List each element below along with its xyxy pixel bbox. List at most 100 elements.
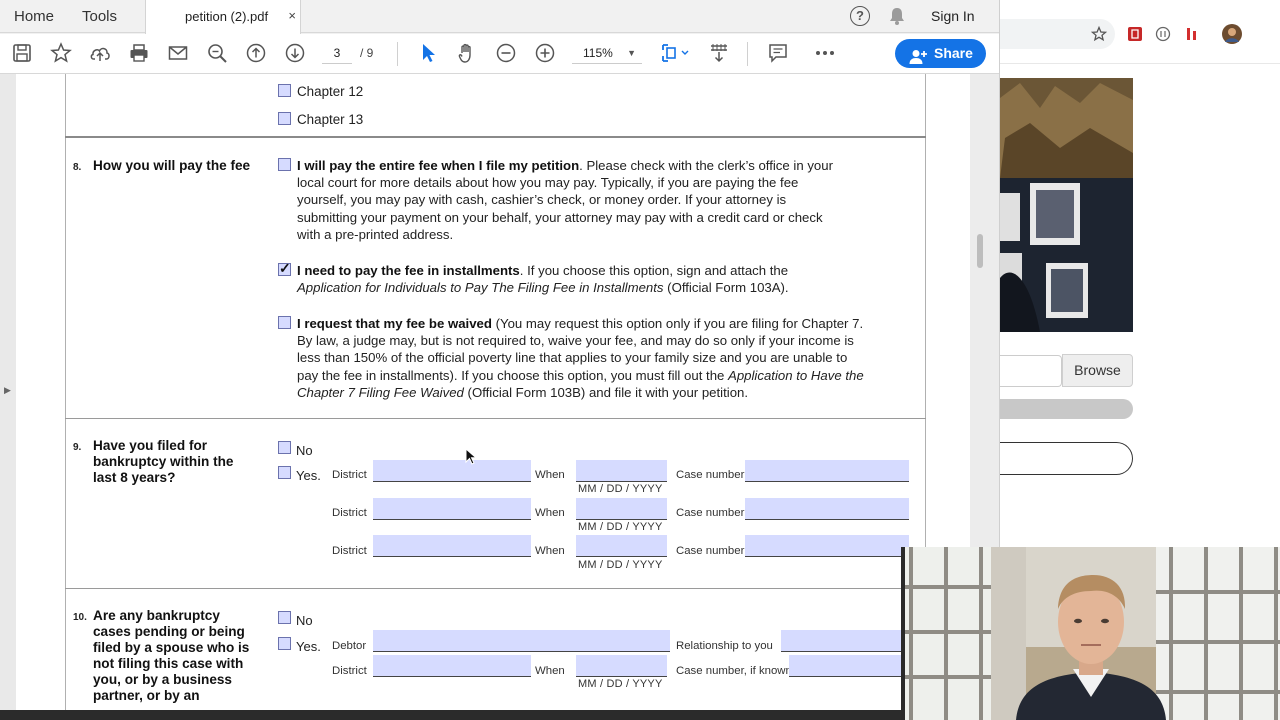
district-label: District xyxy=(332,469,367,481)
question-9-line: Have you filed for xyxy=(93,438,208,453)
question-10-line: cases pending or being xyxy=(93,624,245,639)
district-label: District xyxy=(332,507,367,519)
left-panel-rail[interactable]: ▶ xyxy=(0,74,16,720)
tab-home[interactable]: Home xyxy=(14,0,54,33)
date-format-hint: MM / DD / YYYY xyxy=(578,678,663,690)
option-text-line: (You may request this option only if you… xyxy=(491,316,864,331)
checkbox-fee-waived[interactable] xyxy=(278,316,291,329)
q10-relationship-field[interactable] xyxy=(781,630,909,652)
question-9-line: last 8 years? xyxy=(93,470,176,485)
checkbox-q10-yes[interactable] xyxy=(278,637,291,650)
checkbox-q9-no[interactable] xyxy=(278,441,291,454)
q10-case-number-field[interactable] xyxy=(789,655,909,677)
district-label: District xyxy=(332,545,367,557)
question-10-line: Are any bankruptcy xyxy=(93,608,220,623)
option-text-line: . Please check with the clerk’s office i… xyxy=(579,158,833,173)
form-103a-title: Application for Individuals to Pay The F… xyxy=(297,280,664,296)
checkbox-pay-entire-fee[interactable] xyxy=(278,158,291,171)
zoom-in-icon[interactable] xyxy=(534,42,556,64)
page-total: / 9 xyxy=(360,46,374,60)
page-left-border xyxy=(65,74,66,714)
checkbox-q10-no[interactable] xyxy=(278,611,291,624)
q10-debtor-field[interactable] xyxy=(373,630,670,652)
option-pay-entire-fee-bold: I will pay the entire fee when I file my… xyxy=(297,158,580,173)
zoom-level-value: 115% xyxy=(583,46,613,60)
when-label: When xyxy=(535,545,565,557)
scrollbar-thumb[interactable] xyxy=(977,234,983,268)
help-icon[interactable]: ? xyxy=(850,6,870,26)
add-person-icon xyxy=(909,46,927,64)
form-103b-title-part2: Chapter 7 Filing Fee Waived xyxy=(297,384,464,400)
tab-document[interactable]: petition (2).pdf × xyxy=(145,0,301,34)
expand-panel-icon[interactable]: ▶ xyxy=(4,385,11,396)
checkbox-pay-installments[interactable] xyxy=(278,260,291,277)
checkbox-q9-yes[interactable] xyxy=(278,466,291,479)
q9-when-field-3[interactable] xyxy=(576,535,667,557)
select-cursor-icon[interactable] xyxy=(417,42,439,64)
zoom-level-select[interactable]: 115% ▼ xyxy=(572,42,642,64)
q10-district-field[interactable] xyxy=(373,655,531,677)
when-label: When xyxy=(535,469,565,481)
bookmark-star-icon[interactable] xyxy=(1090,25,1108,42)
upload-icon[interactable] xyxy=(89,42,111,64)
page-down-icon[interactable] xyxy=(284,42,306,64)
date-format-hint: MM / DD / YYYY xyxy=(578,521,663,533)
q9-case-number-field-3[interactable] xyxy=(745,535,909,557)
q9-case-number-field-2[interactable] xyxy=(745,498,909,520)
email-icon[interactable] xyxy=(167,42,189,64)
q9-district-field-1[interactable] xyxy=(373,460,531,482)
close-icon[interactable]: × xyxy=(288,8,296,23)
q9-case-number-field-1[interactable] xyxy=(745,460,909,482)
tab-bar: Home Tools petition (2).pdf × ? Sign In xyxy=(0,0,999,34)
zoom-search-icon[interactable] xyxy=(206,42,228,64)
q9-when-field-1[interactable] xyxy=(576,460,667,482)
browse-button[interactable]: Browse xyxy=(1062,354,1133,387)
mouse-cursor-icon xyxy=(465,447,478,466)
more-icon[interactable] xyxy=(814,42,836,64)
option-fee-waived-text: I request that my fee be waived (You may… xyxy=(297,315,922,401)
upload-progress-bar xyxy=(1000,399,1133,419)
fit-page-icon[interactable] xyxy=(660,42,690,64)
zoom-out-icon[interactable] xyxy=(495,42,517,64)
checkbox-chapter-13[interactable] xyxy=(278,112,291,125)
relationship-label: Relationship to you xyxy=(676,640,773,652)
q9-when-field-2[interactable] xyxy=(576,498,667,520)
profile-avatar-icon[interactable] xyxy=(1222,24,1242,44)
page-up-icon[interactable] xyxy=(245,42,267,64)
browser-toolbar xyxy=(1000,0,1280,64)
extension-bars-icon[interactable] xyxy=(1184,26,1200,42)
q9-district-field-3[interactable] xyxy=(373,535,531,557)
print-icon[interactable] xyxy=(128,42,150,64)
date-format-hint: MM / DD / YYYY xyxy=(578,559,663,571)
page-number-input[interactable]: 3 xyxy=(322,42,352,64)
sign-in-link[interactable]: Sign In xyxy=(931,8,975,24)
q10-when-field[interactable] xyxy=(576,655,667,677)
option-pay-installments-bold: I need to pay the fee in installments xyxy=(297,263,520,278)
option-text-line: (Official Form 103B) and file it with yo… xyxy=(463,384,749,400)
tab-tools[interactable]: Tools xyxy=(82,0,117,33)
extension-red-icon[interactable] xyxy=(1127,26,1143,42)
extension-circle-icon[interactable] xyxy=(1155,26,1171,42)
comment-icon[interactable] xyxy=(767,42,789,64)
question-10-line: not filing this case with xyxy=(93,656,244,671)
hand-icon[interactable] xyxy=(456,42,478,64)
q9-no-label: No xyxy=(296,443,313,458)
save-icon[interactable] xyxy=(11,42,33,64)
bookmark-star-icon[interactable] xyxy=(50,42,72,64)
case-number-label: Case number xyxy=(676,545,745,557)
question-8-text: How you will pay the fee xyxy=(93,158,251,173)
q9-district-field-2[interactable] xyxy=(373,498,531,520)
share-button[interactable]: Share xyxy=(895,39,986,68)
notification-bell-icon[interactable] xyxy=(887,6,907,26)
document-tab-label: petition (2).pdf xyxy=(185,9,269,24)
pill-input-field[interactable] xyxy=(1000,442,1133,475)
q10-no-label: No xyxy=(296,613,313,628)
option-text-line: with a pre-printed address. xyxy=(297,226,454,242)
file-path-field[interactable] xyxy=(1000,355,1062,387)
gallery-photo xyxy=(1000,78,1133,332)
option-pay-entire-fee-text: I will pay the entire fee when I file my… xyxy=(297,157,917,243)
checkbox-chapter-12[interactable] xyxy=(278,84,291,97)
question-9-number: 9. xyxy=(73,442,82,453)
option-text-line: yourself, you may pay with cash, cashier… xyxy=(297,192,787,208)
scroll-mode-icon[interactable] xyxy=(708,42,730,64)
